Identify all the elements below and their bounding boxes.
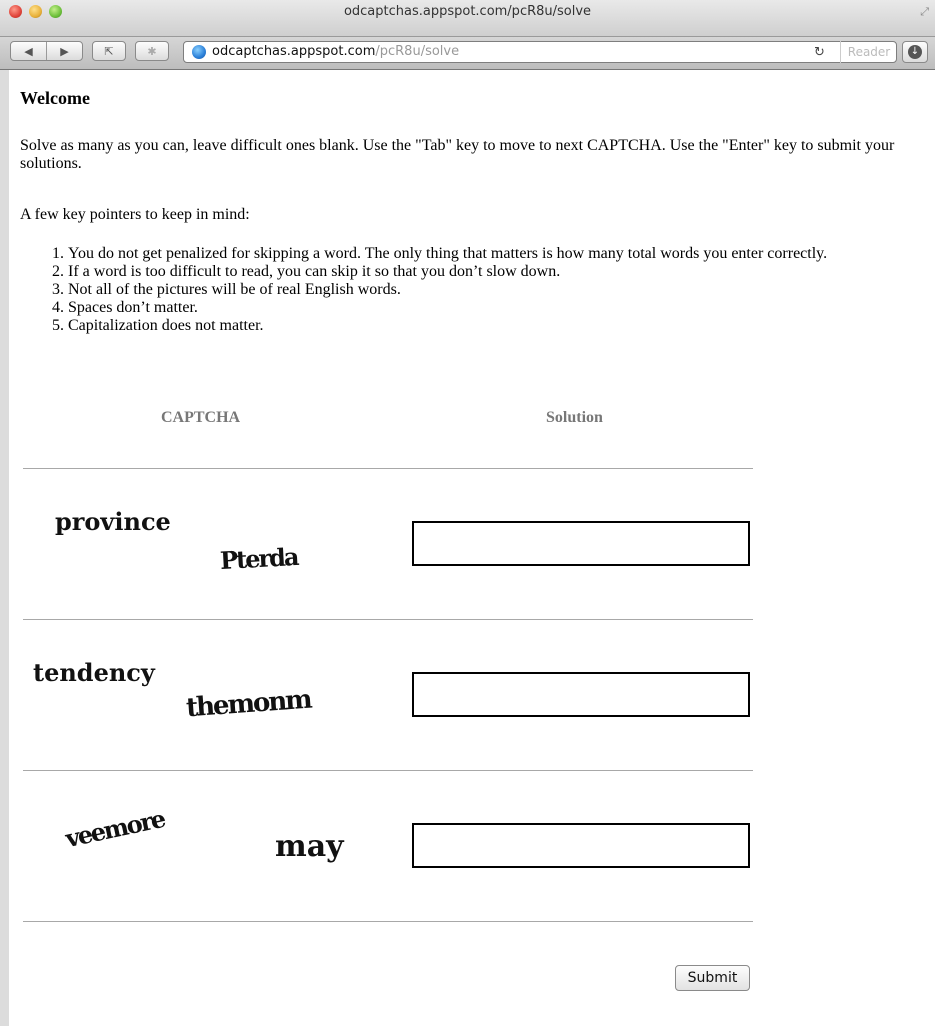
- solution-column-header: Solution: [546, 409, 603, 426]
- downloads-button[interactable]: ↓: [902, 41, 928, 63]
- pointer-item: Spaces don’t matter.: [68, 299, 910, 317]
- reader-button[interactable]: Reader: [840, 41, 897, 63]
- captcha-word-1: tendency: [33, 658, 155, 687]
- solution-input[interactable]: [412, 823, 750, 868]
- back-icon[interactable]: ◀: [11, 45, 46, 58]
- pointer-item: You do not get penalized for skipping a …: [68, 245, 910, 263]
- browser-toolbar: ◀ ▶ ⇱ ✱ odcaptchas.appspot.com/pcR8u/sol…: [0, 37, 935, 70]
- captcha-word-2: Pterda: [219, 541, 299, 576]
- instructions-text: Solve as many as you can, leave difficul…: [20, 137, 895, 172]
- title-bar: odcaptchas.appspot.com/pcR8u/solve ⤢: [0, 0, 935, 37]
- row-divider: [23, 770, 753, 771]
- solution-input[interactable]: [412, 521, 750, 566]
- forward-icon[interactable]: ▶: [47, 45, 82, 58]
- page-title: Welcome: [20, 88, 90, 108]
- submit-button[interactable]: Submit: [675, 965, 750, 991]
- pointers-intro: A few key pointers to keep in mind:: [20, 206, 250, 223]
- row-divider: [23, 921, 753, 922]
- puzzle-icon: ✱: [147, 44, 157, 58]
- back-forward-buttons: ◀ ▶: [10, 41, 83, 61]
- reload-icon[interactable]: ↻: [814, 45, 825, 60]
- share-icon: ⇱: [104, 44, 114, 58]
- share-button[interactable]: ⇱: [92, 41, 126, 61]
- captcha-word-1: veemore: [62, 803, 167, 854]
- captcha-word-2: themonm: [185, 684, 312, 724]
- pointer-item: Capitalization does not matter.: [68, 317, 910, 335]
- window-title: odcaptchas.appspot.com/pcR8u/solve: [343, 4, 592, 19]
- globe-icon: [192, 45, 206, 59]
- pointers-list: You do not get penalized for skipping a …: [20, 245, 910, 335]
- url-text[interactable]: odcaptchas.appspot.com/pcR8u/solve: [212, 44, 459, 59]
- solution-input[interactable]: [412, 672, 750, 717]
- row-divider: [23, 468, 753, 469]
- window-left-edge: [0, 70, 9, 1026]
- captcha-word-1: province: [55, 507, 171, 536]
- captcha-word-2: may: [275, 829, 344, 864]
- pointer-item: If a word is too difficult to read, you …: [68, 263, 910, 281]
- fullscreen-icon[interactable]: ⤢: [920, 5, 929, 19]
- extensions-button[interactable]: ✱: [135, 41, 169, 61]
- pointer-item: Not all of the pictures will be of real …: [68, 281, 910, 299]
- download-icon: ↓: [908, 45, 922, 59]
- captcha-column-header: CAPTCHA: [161, 409, 241, 426]
- row-divider: [23, 619, 753, 620]
- address-bar[interactable]: odcaptchas.appspot.com/pcR8u/solve ↻ Rea…: [183, 41, 897, 63]
